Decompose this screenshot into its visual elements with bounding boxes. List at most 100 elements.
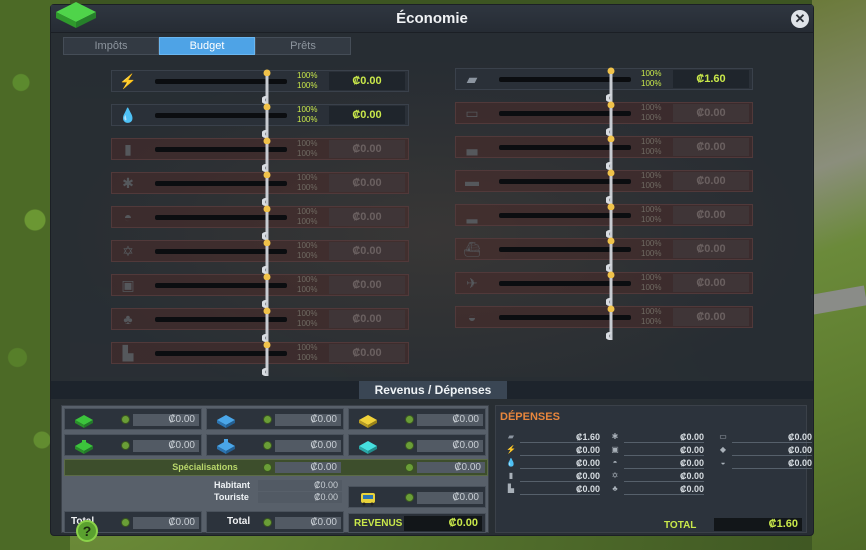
budget-night-percent: 100%: [297, 251, 318, 260]
budget-percentages: 100% 100%: [297, 241, 317, 261]
expense-item: ♣ ₡0.00: [610, 484, 704, 495]
budget-slider[interactable]: [155, 341, 287, 376]
budget-slider[interactable]: [155, 239, 287, 274]
park-icon: ♣: [612, 484, 618, 493]
budget-cost-value: ₡0.00: [329, 344, 405, 362]
economy-window: Économie ✕ Impôts Budget Prêts ⚡ 100% 10…: [50, 4, 814, 536]
budget-percentages: 100% 100%: [297, 343, 317, 363]
budget-slider[interactable]: [155, 205, 287, 240]
expenses-total-label: TOTAL: [664, 520, 697, 531]
budget-percentages: 100% 100%: [297, 139, 317, 159]
slider-handle[interactable]: [606, 305, 616, 347]
coin-icon: [263, 518, 272, 527]
expense-value: ₡0.00: [520, 458, 600, 469]
budget-slider[interactable]: [155, 103, 287, 138]
budget-percentages: 100% 100%: [297, 309, 317, 329]
budget-night-percent: 100%: [641, 79, 662, 88]
title-bar[interactable]: Économie ✕: [51, 5, 813, 33]
expense-value: ₡0.00: [732, 458, 812, 469]
specialisations-value: ₡0.00: [275, 462, 341, 473]
taxi-icon: ◒: [720, 458, 726, 467]
budget-cost-value: ₡0.00: [673, 138, 749, 156]
budget-slider[interactable]: [499, 101, 631, 136]
tab-budget[interactable]: Budget: [159, 37, 255, 55]
expense-value: ₡0.00: [624, 471, 704, 482]
money-stack-icon: [56, 2, 96, 28]
expense-item: ✱ ₡0.00: [610, 432, 704, 443]
zone-revenue-residential-low[interactable]: ₡0.00: [64, 408, 202, 430]
budget-slider[interactable]: [499, 237, 631, 272]
budget-slider[interactable]: [499, 169, 631, 204]
lightning-icon: ⚡: [506, 445, 516, 454]
budget-day-percent: 100%: [641, 205, 662, 214]
budget-percentages: 100% 100%: [641, 103, 661, 123]
train-icon: ▬: [465, 173, 479, 189]
budget-slider[interactable]: [499, 203, 631, 238]
help-button[interactable]: ?: [76, 520, 98, 542]
zone-revenue-commercial[interactable]: ₡0.00: [206, 408, 344, 430]
budget-slider[interactable]: [499, 135, 631, 170]
revenues-total-label: REVENUS: [354, 518, 403, 529]
citizens-total-value: ₡0.00: [275, 517, 341, 529]
budget-percentages: 100% 100%: [297, 71, 317, 91]
coin-icon: [405, 463, 414, 472]
water-drop-icon: 💧: [119, 107, 137, 123]
coin-icon: [121, 518, 130, 527]
health-icon: ✱: [611, 432, 619, 441]
budget-cost-value: ₡0.00: [329, 72, 405, 90]
budget-day-percent: 100%: [641, 69, 662, 78]
coin-icon: [263, 463, 272, 472]
coin-icon: [263, 441, 272, 450]
expense-item: 💧 ₡0.00: [506, 458, 600, 469]
zone-revenue-commercial-low[interactable]: ₡0.00: [64, 434, 202, 456]
budget-percentages: 100% 100%: [641, 273, 661, 293]
budget-cost-value: ₡0.00: [673, 104, 749, 122]
expenses-total-value: ₡1.60: [714, 518, 802, 531]
budget-slider[interactable]: [499, 271, 631, 306]
zone-revenue-value: ₡0.00: [275, 414, 341, 426]
coin-icon: [121, 415, 130, 424]
budget-cost-value: ₡1.60: [673, 70, 749, 88]
zone-revenue-value: ₡0.00: [275, 440, 341, 452]
expense-item: ▭ ₡0.00: [718, 432, 812, 443]
budget-slider[interactable]: [499, 305, 631, 340]
budget-slider[interactable]: [499, 67, 631, 102]
expense-value: ₡0.00: [624, 458, 704, 469]
budget-slider[interactable]: [155, 171, 287, 206]
habitant-label: Habitant: [214, 480, 250, 490]
window-title: Économie: [396, 10, 468, 27]
budget-percentages: 100% 100%: [641, 205, 661, 225]
revenue-panel: ₡0.00 ₡0.00 ₡0.00 ₡0.00 ₡0.00 ₡0.00 Spéc…: [61, 405, 489, 533]
tab-taxes[interactable]: Impôts: [63, 37, 159, 55]
revenues-total-value: ₡0.00: [404, 516, 482, 531]
budget-night-percent: 100%: [641, 113, 662, 122]
expense-item: ✡ ₡0.00: [610, 471, 704, 482]
touriste-value: ₡0.00: [258, 492, 342, 503]
expense-value: ₡0.00: [520, 471, 600, 482]
slider-handle[interactable]: [262, 341, 272, 383]
specialisations-row[interactable]: Spécialisations ₡0.00 ₡0.00: [64, 459, 488, 476]
tram-icon: ▂: [466, 207, 478, 223]
budget-cost-value: ₡0.00: [329, 310, 405, 328]
tab-loans[interactable]: Prêts: [255, 37, 351, 55]
budget-night-percent: 100%: [297, 81, 318, 90]
expense-item: ◒ ₡0.00: [718, 458, 812, 469]
lightning-icon: ⚡: [119, 73, 137, 89]
coin-icon: [263, 415, 272, 424]
zone-revenue-industrial[interactable]: ₡0.00: [348, 408, 486, 430]
expense-value: ₡1.60: [520, 432, 600, 443]
budget-slider[interactable]: [155, 69, 287, 104]
zone-revenue-commercial-high[interactable]: ₡0.00: [206, 434, 344, 456]
touriste-label: Touriste: [214, 492, 249, 502]
budget-day-percent: 100%: [297, 105, 318, 114]
budget-slider[interactable]: [155, 137, 287, 172]
water-drop-icon: 💧: [506, 458, 516, 467]
transport-revenue[interactable]: ₡0.00: [348, 486, 486, 508]
close-icon[interactable]: ✕: [791, 10, 809, 28]
zone-revenue-value: ₡0.00: [133, 414, 199, 426]
budget-slider[interactable]: [155, 307, 287, 342]
health-icon: ✱: [122, 175, 134, 191]
budget-slider[interactable]: [155, 273, 287, 308]
zone-revenue-office[interactable]: ₡0.00: [348, 434, 486, 456]
police-icon: ✡: [611, 471, 619, 480]
